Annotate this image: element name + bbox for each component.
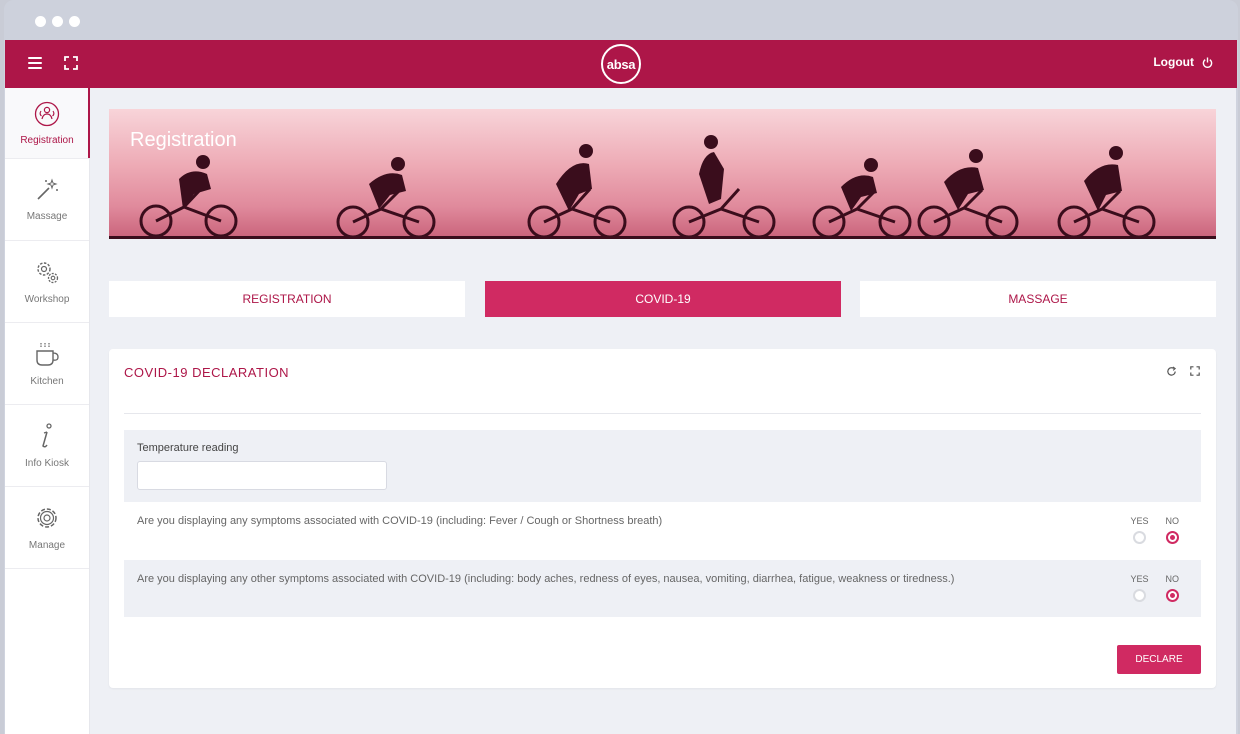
no-label: NO [1165, 574, 1180, 584]
sidebar-item-label: Workshop [24, 294, 70, 305]
absa-logo[interactable]: absa [601, 44, 641, 84]
yes-radio[interactable] [1132, 531, 1146, 544]
yes-radio[interactable] [1132, 589, 1146, 602]
gears-icon [37, 262, 59, 284]
registration-icon [34, 101, 60, 126]
window-chrome [4, 0, 1238, 40]
tab-massage[interactable]: MASSAGE [860, 281, 1216, 317]
yes-label: YES [1130, 574, 1149, 584]
sidebar-item-label: Manage [28, 540, 66, 551]
temperature-label: Temperature reading [137, 442, 239, 454]
temperature-input[interactable] [137, 461, 387, 490]
no-option[interactable]: NO [1165, 574, 1180, 602]
sidebar-item-workshop[interactable]: Workshop [5, 241, 89, 323]
browser-window: absa Logout Registration Massage Worksho… [4, 0, 1238, 734]
yes-no-options: YES NO [1130, 574, 1179, 602]
question-text: Are you displaying any symptoms associat… [137, 515, 663, 527]
divider [124, 413, 1201, 414]
info-icon [42, 423, 52, 448]
yes-no-options: YES NO [1130, 516, 1179, 544]
sidebar-item-registration[interactable]: Registration [5, 88, 91, 159]
main-content: Registration REGISTRATION COVID-19 MASSA… [90, 88, 1236, 734]
no-radio[interactable] [1165, 531, 1179, 544]
sidebar: Registration Massage Workshop Kitchen In… [5, 88, 91, 734]
no-radio[interactable] [1165, 589, 1179, 602]
banner-title: Registration [130, 129, 237, 151]
expand-icon[interactable] [1190, 366, 1200, 376]
symptom-question-row: Are you displaying any symptoms associat… [124, 502, 1201, 559]
covid-declaration-card: COVID-19 DECLARATION Temperature reading… [109, 349, 1216, 688]
question-text: Are you displaying any other symptoms as… [137, 573, 955, 585]
sidebar-item-manage[interactable]: Manage [5, 487, 89, 569]
power-icon [1202, 56, 1213, 68]
window-dot [52, 16, 63, 27]
gear-icon [37, 508, 57, 528]
no-option[interactable]: NO [1165, 516, 1180, 544]
menu-icon[interactable] [28, 57, 42, 69]
yes-option[interactable]: YES [1130, 516, 1149, 544]
declare-button[interactable]: DECLARE [1117, 645, 1201, 674]
refresh-icon[interactable] [1166, 366, 1177, 377]
sidebar-item-label: Registration [20, 134, 74, 146]
temperature-section: Temperature reading [124, 430, 1201, 502]
window-dot [35, 16, 46, 27]
coffee-cup-icon [36, 343, 59, 366]
hero-banner: Registration [109, 109, 1216, 239]
yes-option[interactable]: YES [1130, 574, 1149, 602]
cyclists-silhouette [109, 135, 1216, 239]
sidebar-item-label: Info Kiosk [25, 458, 69, 469]
logout-label: Logout [1153, 55, 1194, 69]
sidebar-item-label: Kitchen [30, 376, 64, 387]
tab-covid-19[interactable]: COVID-19 [485, 281, 841, 317]
top-bar: absa Logout [5, 40, 1237, 88]
card-title: COVID-19 DECLARATION [124, 365, 290, 380]
window-dot [69, 16, 80, 27]
yes-label: YES [1130, 516, 1149, 526]
logout-button[interactable]: Logout [1153, 55, 1213, 69]
sidebar-item-info-kiosk[interactable]: Info Kiosk [5, 405, 89, 487]
no-label: NO [1165, 516, 1180, 526]
tab-registration[interactable]: REGISTRATION [109, 281, 465, 317]
section-tabs: REGISTRATION COVID-19 MASSAGE [109, 281, 1216, 317]
sidebar-item-label: Massage [26, 211, 68, 222]
sidebar-item-massage[interactable]: Massage [5, 159, 89, 241]
fullscreen-icon[interactable] [64, 56, 78, 70]
logo-text: absa [606, 56, 636, 72]
symptom-question-row: Are you displaying any other symptoms as… [124, 560, 1201, 617]
magic-wand-icon [37, 178, 58, 200]
sidebar-item-kitchen[interactable]: Kitchen [5, 323, 89, 405]
card-tools [1166, 366, 1200, 377]
